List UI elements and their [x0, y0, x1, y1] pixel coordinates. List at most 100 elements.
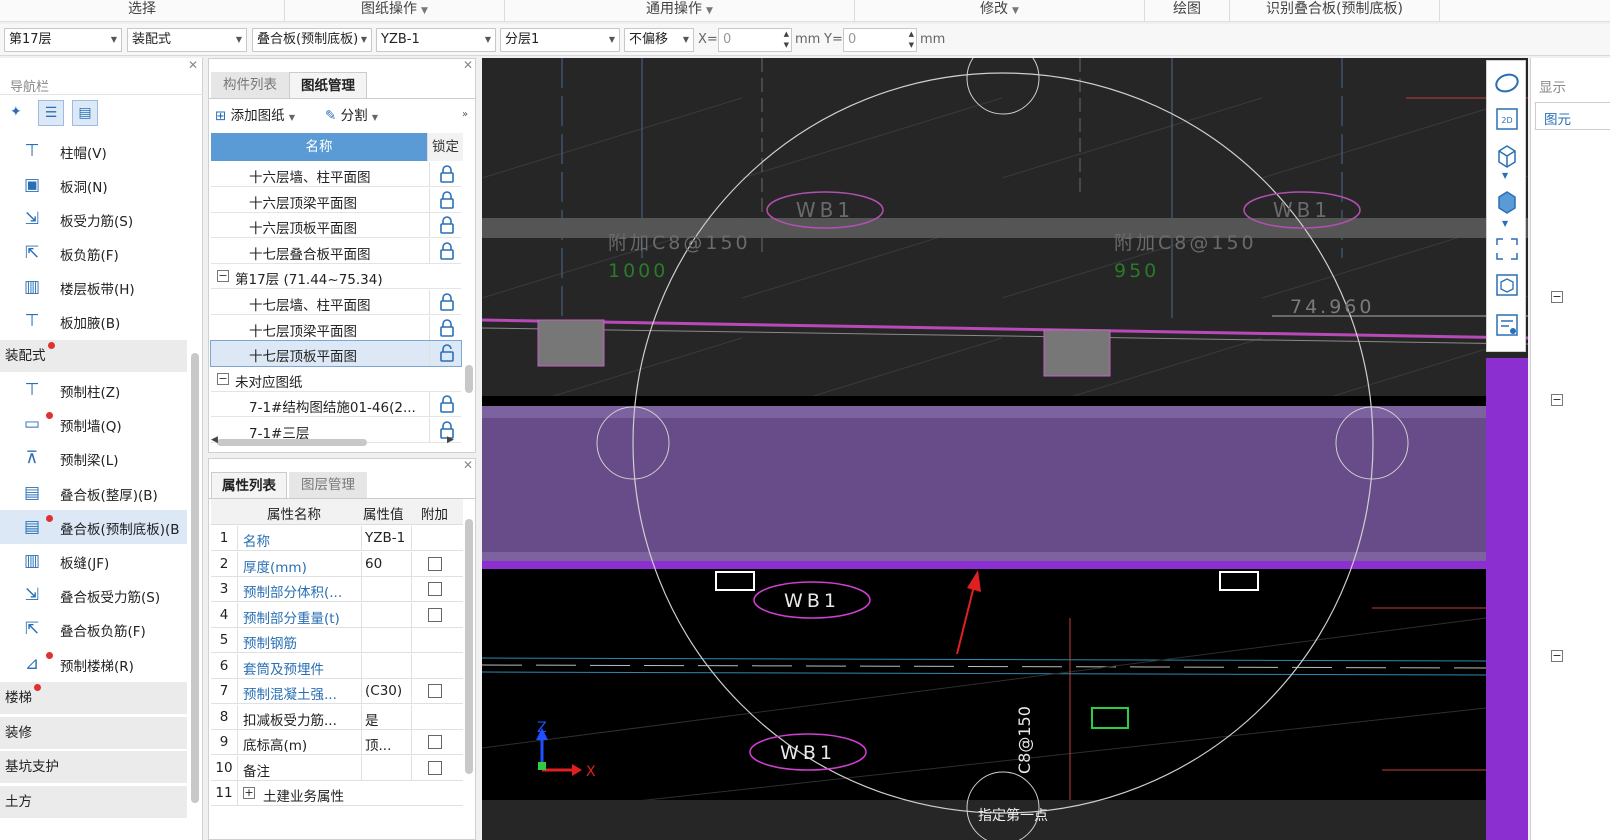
- nav-category[interactable]: 装修: [0, 716, 187, 749]
- view-2d-icon[interactable]: 2D: [1493, 105, 1521, 133]
- property-row[interactable]: 7 预制混凝土强... (C30): [211, 679, 463, 704]
- drawing-row[interactable]: 十六层顶板平面图: [211, 213, 461, 239]
- ribbon-group-draw[interactable]: 绘图: [1145, 0, 1230, 22]
- drawing-group[interactable]: − 未对应图纸: [211, 367, 461, 392]
- property-row[interactable]: 10 备注: [211, 755, 463, 781]
- lock-icon[interactable]: [439, 216, 455, 234]
- caret-down-icon[interactable]: ▼: [1502, 171, 1508, 180]
- nav-item[interactable]: ▭ 预制墙(Q): [0, 407, 187, 441]
- nav-item[interactable]: ▤ 叠合板(整厚)(B): [0, 476, 187, 510]
- drawing-group[interactable]: − 第17层 (71.44~75.34): [211, 264, 461, 290]
- spin-arrows-icon[interactable]: ▲ ▼: [909, 29, 914, 51]
- detail-view-icon[interactable]: ▤: [72, 100, 98, 126]
- column-header-extra[interactable]: 附加: [421, 503, 448, 523]
- collapse-icon[interactable]: −: [1551, 394, 1563, 406]
- nav-item[interactable]: ⊤ 板加腋(B): [0, 304, 187, 338]
- lock-icon[interactable]: [439, 165, 455, 183]
- scroll-left-icon[interactable]: ◀: [211, 435, 218, 445]
- lock-icon[interactable]: [439, 190, 455, 209]
- property-value[interactable]: 60: [365, 556, 382, 572]
- scroll-right-icon[interactable]: ▶: [447, 435, 454, 445]
- list-view-icon[interactable]: ☰: [38, 100, 64, 126]
- tab-component-list[interactable]: 构件列表: [211, 72, 289, 98]
- collapse-icon[interactable]: −: [217, 372, 229, 385]
- extra-checkbox[interactable]: [428, 556, 442, 571]
- tab-drawing-management[interactable]: 图纸管理: [289, 72, 367, 98]
- lock-icon[interactable]: [439, 318, 455, 337]
- lock-icon[interactable]: [439, 293, 455, 311]
- category-select[interactable]: 装配式 ▼: [127, 28, 247, 52]
- nav-item[interactable]: ⊤ 柱帽(V): [0, 134, 187, 168]
- ribbon-group-common-ops[interactable]: 通用操作 ▼: [505, 0, 855, 22]
- horizontal-scrollbar[interactable]: [217, 439, 367, 446]
- lock-icon[interactable]: [439, 395, 455, 414]
- nav-item[interactable]: ⊿ 预制楼梯(R): [0, 647, 187, 681]
- property-row[interactable]: 3 预制部分体积(...: [211, 577, 463, 602]
- property-row[interactable]: 11 + 土建业务属性: [211, 781, 463, 806]
- drawing-row[interactable]: 十七层顶板平面图: [210, 340, 462, 368]
- display-settings-icon[interactable]: [1493, 311, 1521, 339]
- nav-category[interactable]: 土方: [0, 785, 187, 818]
- cad-canvas[interactable]: WB1 WB1 WB1 WB1 附加C8@150 1000 附加C8@150 9…: [482, 58, 1528, 840]
- nav-category[interactable]: 楼梯: [0, 682, 187, 714]
- component-type-select[interactable]: 叠合板(预制底板) ▼: [252, 28, 372, 52]
- unlock-icon[interactable]: [439, 344, 455, 362]
- extra-checkbox[interactable]: [428, 760, 442, 775]
- nav-item[interactable]: ▥ 楼层板带(H): [0, 270, 187, 304]
- expand-icon[interactable]: +: [243, 787, 255, 799]
- view-3d-icon[interactable]: [1493, 141, 1521, 169]
- nav-item[interactable]: ⇱ 板负筋(F): [0, 236, 187, 270]
- extra-checkbox[interactable]: [428, 582, 442, 596]
- property-value[interactable]: (C30): [365, 683, 402, 699]
- x-offset-input[interactable]: 0 ▲ ▼: [718, 28, 792, 52]
- column-header-name[interactable]: 名称: [211, 133, 427, 161]
- column-header-property-value[interactable]: 属性值: [363, 503, 404, 523]
- nav-scrollbar[interactable]: [191, 353, 199, 803]
- property-row[interactable]: 2 厚度(mm) 60: [211, 551, 463, 577]
- box-view-icon[interactable]: [1493, 271, 1521, 299]
- column-header-property-name[interactable]: 属性名称: [267, 503, 321, 523]
- collapse-icon[interactable]: −: [1551, 291, 1563, 303]
- property-row[interactable]: 5 预制钢筋: [211, 628, 463, 653]
- drawing-row[interactable]: 十六层墙、柱平面图: [211, 162, 461, 187]
- offset-select[interactable]: 不偏移 ▼: [624, 28, 694, 52]
- nav-item[interactable]: ▤ 叠合板(预制底板)(B: [0, 509, 187, 544]
- property-row[interactable]: 6 套筒及预埋件: [211, 653, 463, 679]
- property-row[interactable]: 8 扣减板受力筋... 是: [211, 704, 463, 730]
- collapse-icon[interactable]: −: [1551, 650, 1563, 662]
- nav-category-prefab[interactable]: 装配式: [0, 340, 187, 372]
- property-value[interactable]: 顶...: [365, 734, 391, 754]
- split-button[interactable]: ✎ 分割 ▼: [325, 105, 378, 127]
- extra-checkbox[interactable]: [428, 684, 442, 698]
- ribbon-group-drawing-ops[interactable]: 图纸操作 ▼: [285, 0, 505, 22]
- property-row[interactable]: 4 预制部分重量(t): [211, 602, 463, 628]
- ribbon-group-select[interactable]: 选择: [0, 0, 285, 22]
- lock-icon[interactable]: [439, 242, 455, 260]
- nav-category[interactable]: 基坑支护: [0, 751, 187, 783]
- solid-view-icon[interactable]: [1493, 187, 1521, 215]
- y-offset-input[interactable]: 0 ▲ ▼: [843, 28, 917, 52]
- close-icon[interactable]: ✕: [463, 458, 473, 472]
- nav-item[interactable]: ⇲ 板受力筋(S): [0, 202, 187, 236]
- fullscreen-icon[interactable]: [1493, 235, 1521, 263]
- floor-select[interactable]: 第17层 ▼: [4, 28, 122, 52]
- more-icon[interactable]: »: [462, 109, 468, 120]
- nav-item[interactable]: ⊤ 预制柱(Z): [0, 373, 187, 407]
- close-icon[interactable]: ✕: [188, 58, 198, 72]
- cad-drawing[interactable]: WB1 WB1 WB1 WB1 附加C8@150 1000 附加C8@150 9…: [482, 58, 1528, 840]
- spin-arrows-icon[interactable]: ▲ ▼: [784, 29, 789, 51]
- property-value[interactable]: YZB-1: [365, 530, 405, 546]
- drawing-row[interactable]: 十七层墙、柱平面图: [211, 290, 461, 315]
- tab-elements[interactable]: 图元: [1535, 102, 1610, 130]
- drawing-row[interactable]: 十七层顶梁平面图: [211, 315, 461, 341]
- collapse-icon[interactable]: −: [217, 270, 229, 283]
- column-header-lock[interactable]: 锁定: [427, 133, 463, 161]
- drawing-row[interactable]: 十六层顶梁平面图: [211, 187, 461, 213]
- layer-select[interactable]: 分层1 ▼: [500, 28, 620, 52]
- tab-layer-management[interactable]: 图层管理: [289, 472, 367, 498]
- orbit-icon[interactable]: [1493, 69, 1521, 97]
- property-value[interactable]: 是: [365, 709, 379, 729]
- drawing-row[interactable]: 7-1#结构图结施01-46(2...: [211, 392, 461, 418]
- ribbon-group-identify-slab[interactable]: 识别叠合板(预制底板): [1230, 0, 1440, 22]
- nav-item[interactable]: ▥ 板缝(JF): [0, 544, 187, 578]
